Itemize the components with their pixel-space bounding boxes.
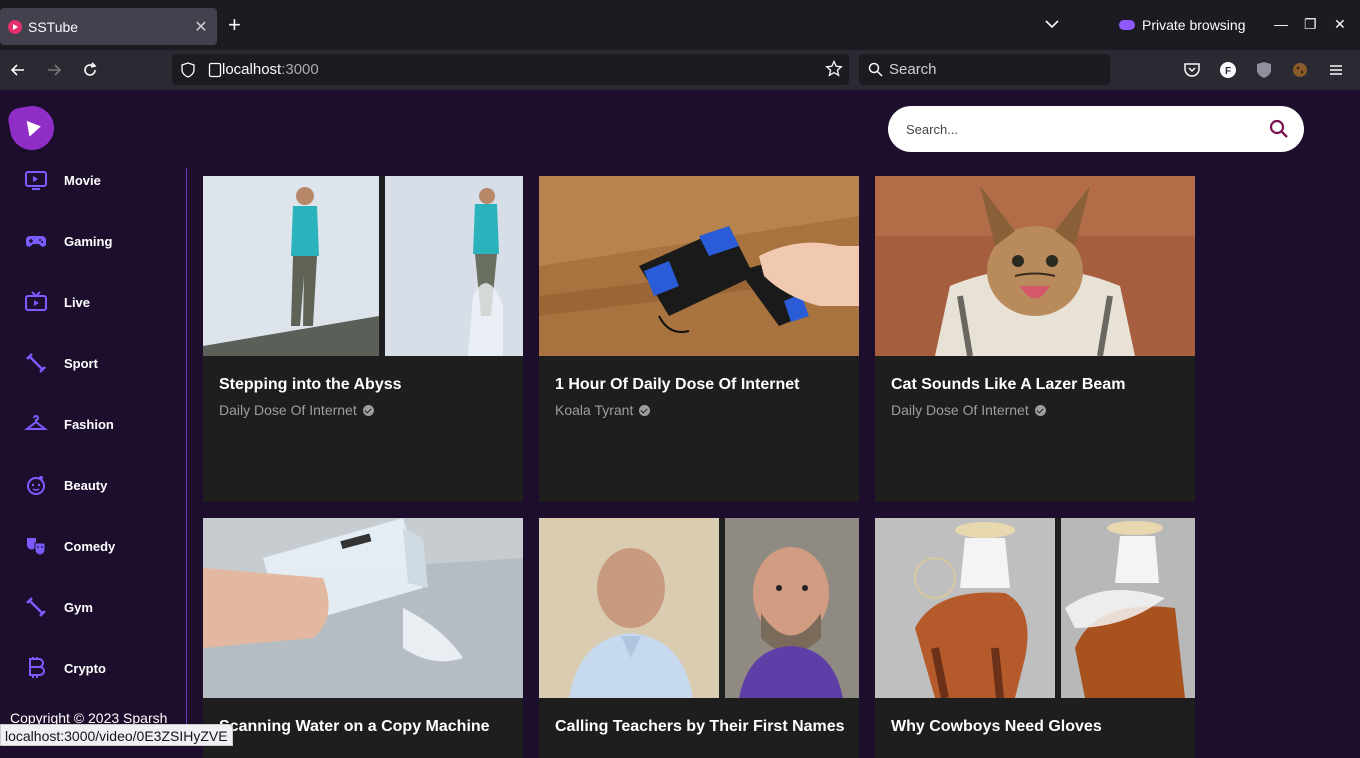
- sidebar-item-sport[interactable]: Sport: [24, 349, 98, 377]
- shield-icon[interactable]: [180, 62, 196, 78]
- app-search-input[interactable]: [906, 121, 1256, 137]
- channel-name[interactable]: Koala Tyrant: [555, 402, 651, 418]
- close-tab-icon[interactable]: ✕: [191, 17, 211, 37]
- video-title[interactable]: Scanning Water on a Copy Machine: [219, 718, 490, 736]
- video-card[interactable]: Stepping into the Abyss Daily Dose Of In…: [203, 176, 523, 502]
- sstube-favicon-icon: [8, 19, 22, 34]
- forward-arrow-icon[interactable]: [44, 60, 64, 80]
- video-card[interactable]: 1 Hour Of Daily Dose Of Internet Koala T…: [539, 176, 859, 502]
- browser-search-bar[interactable]: Search: [859, 54, 1110, 85]
- sstube-app: Movie Gaming Live Sport Fashion Beauty C…: [0, 90, 1360, 758]
- fitness-icon: [26, 353, 46, 373]
- sidebar-item-beauty[interactable]: Beauty: [24, 471, 107, 499]
- tv-icon: [25, 171, 47, 190]
- browser-tab-bar: SSTube ✕ + Private browsing — ❐ ✕: [0, 0, 1360, 50]
- video-card[interactable]: Calling Teachers by Their First Names: [539, 518, 859, 758]
- sidebar-item-label: Sport: [64, 355, 98, 371]
- account-icon[interactable]: F: [1218, 60, 1238, 80]
- chevron-down-icon[interactable]: [1044, 16, 1060, 32]
- video-title[interactable]: 1 Hour Of Daily Dose Of Internet: [555, 376, 799, 394]
- video-title[interactable]: Stepping into the Abyss: [219, 376, 402, 394]
- sidebar-item-fashion[interactable]: Fashion: [24, 410, 114, 438]
- sidebar-item-label: Comedy: [64, 538, 116, 554]
- video-thumbnail[interactable]: [539, 176, 859, 356]
- reload-icon[interactable]: [80, 60, 100, 80]
- gamepad-icon: [26, 236, 46, 247]
- live-tv-icon: [25, 291, 47, 311]
- video-thumbnail[interactable]: [539, 518, 859, 698]
- sidebar-item-label: Movie: [64, 172, 101, 188]
- channel-name[interactable]: Daily Dose Of Internet: [219, 402, 374, 418]
- sidebar-item-label: Fashion: [64, 416, 114, 432]
- category-sidebar: Movie Gaming Live Sport Fashion Beauty C…: [0, 168, 187, 728]
- url-host: localhost: [222, 61, 282, 78]
- extension-shield-icon[interactable]: [1254, 60, 1274, 80]
- channel-label: Daily Dose Of Internet: [219, 402, 357, 418]
- browser-nav-bar: localhost:3000 Search F: [0, 50, 1360, 90]
- url-port: :3000: [281, 61, 319, 78]
- theater-masks-icon: [27, 538, 46, 556]
- page-icon: [208, 62, 222, 78]
- minimize-window-icon[interactable]: —: [1274, 16, 1288, 32]
- pocket-icon[interactable]: [1182, 60, 1202, 80]
- sidebar-item-label: Gaming: [64, 233, 113, 249]
- new-tab-button[interactable]: +: [228, 14, 241, 36]
- video-card[interactable]: Why Cowboys Need Gloves: [875, 518, 1195, 758]
- sidebar-item-label: Crypto: [64, 660, 106, 676]
- tab-title: SSTube: [28, 18, 79, 35]
- sstube-logo[interactable]: [6, 102, 58, 154]
- private-browsing-label: Private browsing: [1142, 17, 1246, 33]
- browser-tab[interactable]: SSTube ✕: [0, 8, 217, 45]
- video-title[interactable]: Cat Sounds Like A Lazer Beam: [891, 376, 1125, 394]
- extension-cookie-icon[interactable]: [1290, 60, 1310, 80]
- restore-window-icon[interactable]: ❐: [1304, 16, 1317, 33]
- sidebar-item-crypto[interactable]: Crypto: [24, 654, 106, 682]
- video-card[interactable]: Cat Sounds Like A Lazer Beam Daily Dose …: [875, 176, 1195, 502]
- link-status-bar: localhost:3000/video/0E3ZSIHyZVE: [0, 724, 233, 746]
- video-thumbnail[interactable]: [875, 518, 1195, 698]
- url-bar[interactable]: localhost:3000: [172, 54, 849, 85]
- sidebar-item-label: Gym: [64, 599, 93, 615]
- video-card[interactable]: Scanning Water on a Copy Machine: [203, 518, 523, 758]
- bitcoin-icon: [29, 657, 45, 678]
- channel-label: Daily Dose Of Internet: [891, 402, 1029, 418]
- sidebar-item-label: Live: [64, 294, 91, 310]
- url-text: localhost:3000: [222, 61, 319, 78]
- sidebar-item-gaming[interactable]: Gaming: [24, 227, 112, 255]
- channel-label: Koala Tyrant: [555, 402, 634, 418]
- close-window-icon[interactable]: ✕: [1334, 16, 1346, 33]
- hanger-icon: [24, 415, 48, 430]
- dumbbell-icon: [26, 597, 46, 617]
- face-icon: [27, 476, 45, 495]
- svg-text:F: F: [1225, 66, 1231, 77]
- verified-check-icon: [639, 404, 651, 416]
- search-icon: [868, 62, 883, 77]
- bookmark-star-icon[interactable]: [825, 60, 843, 78]
- private-mask-icon: [1119, 20, 1135, 30]
- back-arrow-icon[interactable]: [8, 60, 28, 80]
- sidebar-item-comedy[interactable]: Comedy: [24, 532, 115, 560]
- sidebar-item-label: Beauty: [64, 477, 108, 493]
- video-title[interactable]: Calling Teachers by Their First Names: [555, 718, 845, 736]
- private-browsing-indicator: Private browsing: [1119, 17, 1246, 33]
- video-thumbnail[interactable]: [875, 176, 1195, 356]
- app-search-form: [888, 106, 1304, 152]
- video-title[interactable]: Why Cowboys Need Gloves: [891, 718, 1102, 736]
- video-thumbnail[interactable]: [203, 176, 523, 356]
- sidebar-item-live[interactable]: Live: [24, 288, 90, 316]
- verified-check-icon: [362, 404, 374, 416]
- channel-name[interactable]: Daily Dose Of Internet: [891, 402, 1046, 418]
- sidebar-item-gym[interactable]: Gym: [24, 593, 93, 621]
- video-thumbnail[interactable]: [203, 518, 523, 698]
- menu-icon[interactable]: [1326, 60, 1346, 80]
- browser-search-placeholder: Search: [889, 61, 937, 78]
- sidebar-item-movie[interactable]: Movie: [24, 166, 101, 194]
- search-icon[interactable]: [1268, 118, 1290, 140]
- verified-check-icon: [1034, 404, 1046, 416]
